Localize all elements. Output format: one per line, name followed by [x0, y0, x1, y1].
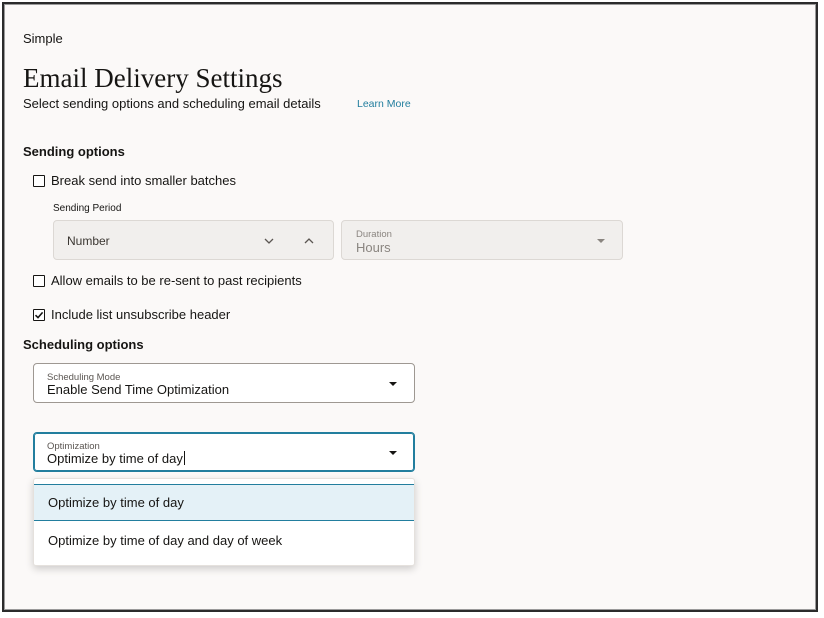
duration-label: Duration: [356, 229, 392, 240]
sending-period-label: Sending Period: [53, 203, 122, 214]
scheduling-mode-select[interactable]: Scheduling Mode Enable Send Time Optimiz…: [33, 363, 415, 403]
scheduling-mode-value: Enable Send Time Optimization: [47, 382, 230, 397]
batch-checkbox-label: Break send into smaller batches: [51, 173, 236, 188]
resend-checkbox-label: Allow emails to be re-sent to past recip…: [51, 273, 302, 288]
chevron-up-icon[interactable]: [302, 234, 316, 248]
caret-down-icon: [389, 451, 397, 455]
unsubscribe-checkbox[interactable]: [33, 308, 45, 321]
check-icon: [34, 311, 44, 319]
optimization-value: Optimize by time of day: [47, 451, 183, 466]
number-placeholder: Number: [67, 234, 110, 248]
caret-down-icon: [597, 239, 605, 243]
sending-options-heading: Sending options: [23, 144, 125, 159]
optimization-dropdown: Optimize by time of day Optimize by time…: [33, 478, 415, 566]
dropdown-option[interactable]: Optimize by time of day: [34, 484, 414, 521]
batch-checkbox[interactable]: [33, 174, 45, 187]
unsubscribe-checkbox-row[interactable]: Include list unsubscribe header: [33, 307, 230, 322]
resend-checkbox-row[interactable]: Allow emails to be re-sent to past recip…: [33, 273, 302, 288]
dropdown-option[interactable]: Optimize by time of day and day of week: [34, 522, 414, 559]
unsubscribe-checkbox-label: Include list unsubscribe header: [51, 307, 231, 322]
chevron-down-icon[interactable]: [262, 234, 276, 248]
duration-select[interactable]: Duration Hours: [341, 220, 623, 260]
learn-more-link[interactable]: Learn More: [357, 98, 411, 110]
page-subtitle: Select sending options and scheduling em…: [23, 96, 321, 111]
resend-checkbox[interactable]: [33, 274, 45, 287]
optimization-select[interactable]: Optimization Optimize by time of day: [33, 432, 415, 472]
breadcrumb[interactable]: Simple: [23, 31, 63, 46]
caret-down-icon: [389, 382, 397, 386]
duration-value: Hours: [356, 240, 391, 255]
page-title: Email Delivery Settings: [23, 63, 283, 93]
text-cursor: [183, 451, 185, 465]
sending-period-number-field[interactable]: Number: [53, 220, 334, 260]
optimization-input[interactable]: Optimize by time of day: [47, 451, 185, 466]
scheduling-options-heading: Scheduling options: [23, 337, 144, 352]
batch-checkbox-row[interactable]: Break send into smaller batches: [33, 173, 236, 188]
